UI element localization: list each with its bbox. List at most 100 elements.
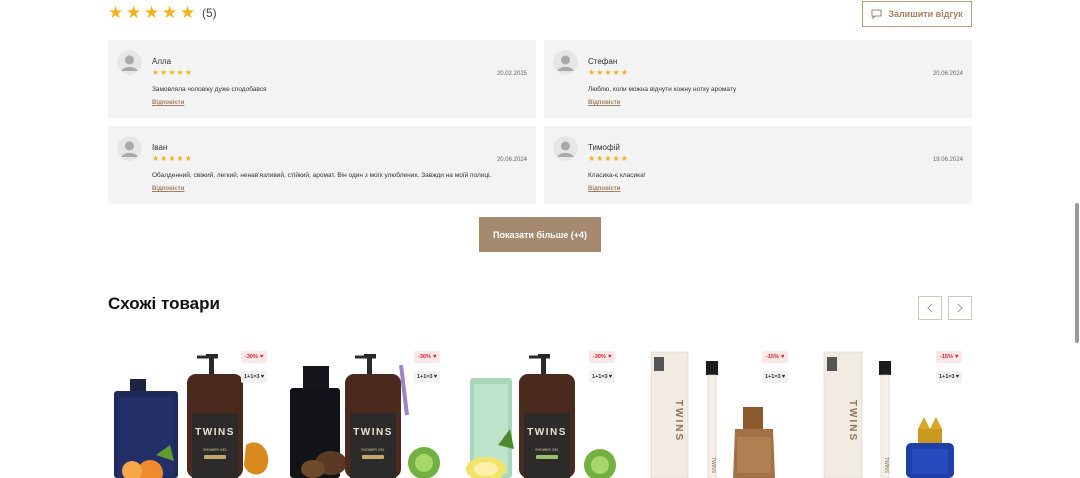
sale-label: -15%	[940, 354, 953, 360]
product-card[interactable]: TWINS TWINS -15% ♥ 1+1=3 ♥	[806, 345, 976, 478]
star-icon: ★	[160, 154, 168, 163]
review-text: Обалденний, свіжий, легкий, ненав'язливи…	[152, 172, 492, 179]
review-date: 20.06.2024	[932, 71, 963, 77]
star-icon: ★	[596, 154, 604, 163]
review-stars: ★ ★ ★ ★ ★	[152, 155, 192, 163]
heart-icon: ♥	[260, 374, 265, 380]
carousel-next-button[interactable]	[948, 296, 972, 320]
svg-text:SHOWER GEL: SHOWER GEL	[203, 448, 227, 452]
reply-link[interactable]: Відповісти	[588, 186, 620, 192]
reviewer-name: Тимофій	[588, 143, 620, 152]
leave-review-label: Залишити відгук	[888, 9, 963, 19]
star-icon: ★	[596, 68, 604, 77]
sale-badge: -30% ♥	[241, 351, 268, 363]
product-image: TWINS TWINS	[650, 351, 775, 478]
star-icon: ★	[108, 3, 124, 22]
section-title: Схожі товари	[108, 294, 220, 313]
star-icon: ★	[612, 68, 620, 77]
reply-link[interactable]: Відповісти	[588, 100, 620, 106]
avatar	[553, 136, 578, 161]
promo-badge: 1+1=3 ♥	[589, 371, 616, 383]
rating-count: (5)	[202, 6, 217, 20]
sale-badge: -30% ♥	[589, 351, 616, 363]
product-card[interactable]: TWINS TWINS -15% ♥ 1+1=3 ♥	[633, 345, 803, 478]
review-stars: ★ ★ ★ ★ ★	[152, 69, 192, 77]
review-date: 20.06.2024	[496, 157, 527, 163]
review-date: 19.06.2024	[932, 157, 963, 163]
sale-badge: -15% ♥	[762, 351, 789, 363]
svg-text:SHOWER GEL: SHOWER GEL	[361, 448, 385, 452]
promo-badge: 1+1=3 ♥	[414, 371, 441, 383]
review-card: Тимофій ★ ★ ★ ★ ★ 19.06.2024 Класика-є класи…	[544, 126, 972, 204]
svg-text:SHOWER GEL: SHOWER GEL	[535, 448, 559, 452]
svg-text:TWINS: TWINS	[673, 400, 684, 442]
product-card[interactable]: TWINS SHOWER GEL -30% ♥ 1+1=3 ♥	[458, 345, 628, 478]
star-icon: ★	[160, 68, 168, 77]
star-icon: ★	[176, 154, 184, 163]
star-icon: ★	[168, 68, 176, 77]
review-card: Іван ★ ★ ★ ★ ★ 20.06.2024 Обалденний, свіжий…	[108, 126, 536, 204]
page-scrollbar[interactable]	[1075, 203, 1079, 343]
product-image: TWINS SHOWER GEL	[466, 354, 616, 478]
review-stars: ★ ★ ★ ★ ★	[588, 155, 628, 163]
show-more-button[interactable]: Показати більше (+4)	[479, 217, 601, 252]
review-text: Класика-є класика!	[588, 172, 646, 179]
heart-icon: ♥	[780, 354, 785, 360]
review-date: 20.02.2025	[496, 71, 527, 77]
svg-text:TWINS: TWINS	[527, 427, 567, 438]
svg-text:TWINS: TWINS	[195, 427, 235, 438]
heart-icon: ♥	[781, 374, 786, 380]
svg-text:TWINS: TWINS	[847, 400, 858, 442]
sale-badge: -15% ♥	[936, 351, 963, 363]
promo-badge: 1+1=3 ♥	[936, 371, 963, 383]
star-icon: ★	[152, 154, 160, 163]
heart-icon: ♥	[433, 374, 438, 380]
avatar	[117, 136, 142, 161]
user-icon	[553, 50, 578, 75]
star-icon: ★	[176, 68, 184, 77]
carousel-prev-button[interactable]	[918, 296, 942, 320]
review-stars: ★ ★ ★ ★ ★	[588, 69, 628, 77]
heart-icon: ♥	[432, 354, 437, 360]
reviewer-name: Іван	[152, 143, 168, 152]
star-icon: ★	[620, 68, 628, 77]
star-icon: ★	[162, 3, 178, 22]
sale-badge: -30% ♥	[414, 351, 441, 363]
star-icon: ★	[588, 154, 596, 163]
leave-review-button[interactable]: Залишити відгук	[862, 1, 972, 27]
avatar	[117, 50, 142, 75]
svg-text:TWINS: TWINS	[883, 457, 889, 474]
product-image: TWINS SHOWER GEL	[290, 354, 440, 478]
star-icon: ★	[168, 154, 176, 163]
promo-label: 1+1=3	[244, 374, 260, 380]
user-icon	[553, 136, 578, 161]
reviewer-name: Стефан	[588, 57, 618, 66]
chevron-right-icon	[957, 303, 963, 313]
star-icon: ★	[604, 68, 612, 77]
promo-label: 1+1=3	[939, 374, 955, 380]
heart-icon: ♥	[954, 354, 959, 360]
svg-text:TWINS: TWINS	[353, 427, 393, 438]
promo-label: 1+1=3	[765, 374, 781, 380]
star-icon: ★	[604, 154, 612, 163]
user-icon	[117, 136, 142, 161]
product-reviews-page: ★ ★ ★ ★ ★ (5) Залишити відгук Алла ★ ★ ★ ★ ★…	[0, 0, 1080, 478]
sale-label: -30%	[245, 354, 258, 360]
product-card[interactable]: TWINS SHOWER GEL -30% ♥ 1+1=3 ♥	[283, 345, 453, 478]
reply-link[interactable]: Відповісти	[152, 186, 184, 192]
heart-icon: ♥	[259, 354, 264, 360]
product-card[interactable]: TWINS SHOWER GEL -30% ♥ 1+1=3 ♥	[108, 345, 278, 478]
product-image: TWINS SHOWER GEL	[114, 354, 269, 478]
user-icon	[117, 50, 142, 75]
sale-label: -15%	[766, 354, 779, 360]
star-icon: ★	[184, 154, 192, 163]
star-icon: ★	[152, 68, 160, 77]
star-icon: ★	[620, 154, 628, 163]
product-image: TWINS TWINS	[823, 351, 954, 478]
star-icon: ★	[588, 68, 596, 77]
star-icon: ★	[612, 154, 620, 163]
reply-link[interactable]: Відповісти	[152, 100, 184, 106]
promo-label: 1+1=3	[417, 374, 433, 380]
reviewer-name: Алла	[152, 57, 172, 66]
star-icon: ★	[126, 3, 142, 22]
